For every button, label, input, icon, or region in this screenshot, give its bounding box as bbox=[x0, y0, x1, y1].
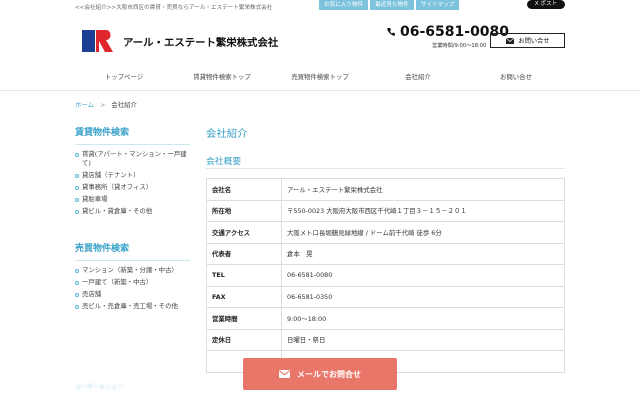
row-value: 06-6581-0350 bbox=[281, 285, 565, 308]
mail-inquiry-button[interactable]: メールでお問合せ bbox=[243, 358, 397, 390]
row-value: 日曜日・祭日 bbox=[281, 328, 565, 351]
table-row: 定休日 日曜日・祭日 bbox=[206, 328, 565, 351]
mail-icon bbox=[505, 37, 514, 44]
nav-item-contact[interactable]: お問い合せ bbox=[467, 64, 565, 90]
row-key: 定休日 bbox=[206, 328, 282, 351]
row-key: 会社名 bbox=[206, 178, 282, 201]
sidebar-item-label: 一戸建て（新築・中古） bbox=[82, 278, 153, 286]
page-title: 会社紹介 bbox=[206, 128, 248, 140]
sitemap-button[interactable]: サイトマップ bbox=[415, 0, 460, 10]
nav-item-top[interactable]: トップページ bbox=[75, 64, 173, 90]
row-key: 代表者 bbox=[206, 242, 282, 265]
sidebar-faded-title: ユーザーメニュー bbox=[75, 384, 123, 391]
contact-button-label: お問い合せ bbox=[518, 38, 550, 45]
sidebar-item-sale-building[interactable]: 売ビル・売倉庫・売工場・その他 bbox=[75, 302, 190, 311]
company-logo-icon[interactable] bbox=[80, 28, 114, 54]
breadcrumb-current: 会社紹介 bbox=[111, 101, 137, 109]
table-row: TEL 06-6581-0080 bbox=[206, 264, 565, 287]
sidebar-item-rent-parking[interactable]: 貸駐車場 bbox=[75, 195, 190, 204]
table-row: FAX 06-6581-0350 bbox=[206, 285, 565, 308]
table-row: 営業時間 9:00〜18:00 bbox=[206, 307, 565, 330]
sidebar-sale-title: 売買物件検索 bbox=[75, 244, 130, 254]
row-value: 9:00〜18:00 bbox=[281, 307, 565, 330]
sidebar-item-rent-residential[interactable]: 賃貸(アパート・マンション・一戸建て) bbox=[75, 150, 190, 168]
bullet-icon bbox=[75, 209, 79, 214]
row-key: 営業時間 bbox=[206, 307, 282, 330]
section-divider bbox=[206, 168, 565, 169]
sidebar-item-label: 売店舗 bbox=[82, 290, 102, 298]
row-value: 〒550-0023 大阪府大阪市西区千代崎１丁目３－１５－２０１ bbox=[281, 199, 565, 222]
bullet-icon bbox=[75, 304, 79, 309]
sidebar-item-label: 貸ビル・貸倉庫・その他 bbox=[82, 207, 153, 215]
bullet-icon bbox=[75, 292, 79, 297]
global-nav: トップページ 賃貸物件検索トップ 売買物件検索トップ 会社紹介 お問い合せ bbox=[75, 64, 565, 90]
sidebar-item-sale-house[interactable]: 一戸建て（新築・中古） bbox=[75, 278, 190, 287]
nav-item-rent-search[interactable]: 賃貸物件検索トップ bbox=[173, 64, 271, 90]
business-hours: 営業時間/9:00〜18:00 bbox=[432, 43, 487, 49]
mail-inquiry-label: メールでお問合せ bbox=[297, 369, 361, 379]
row-key: FAX bbox=[206, 285, 282, 308]
sidebar: 賃貸物件検索 賃貸(アパート・マンション・一戸建て) 貸店舗（テナント） 貸事務… bbox=[75, 125, 190, 314]
sidebar-item-label: 売ビル・売倉庫・売工場・その他 bbox=[82, 302, 178, 310]
top-buttons: お気に入り物件 最近見た物件 サイトマップ bbox=[319, 0, 460, 10]
mail-icon bbox=[279, 370, 290, 378]
sidebar-divider bbox=[75, 260, 190, 261]
breadcrumb-home[interactable]: ホーム bbox=[75, 101, 94, 109]
phone-icon bbox=[387, 28, 395, 36]
site-tagline: <<会社紹介>>大阪市西区の賃貸・売買ならアール・エステート繁栄株式会社 bbox=[75, 5, 273, 11]
company-name[interactable]: アール・エステート繁栄株式会社 bbox=[123, 34, 278, 49]
row-key: TEL bbox=[206, 264, 282, 287]
row-value: アール・エステート繁栄株式会社 bbox=[281, 178, 565, 201]
bullet-icon bbox=[75, 152, 79, 157]
sidebar-item-label: 貸駐車場 bbox=[82, 195, 108, 203]
bullet-icon bbox=[75, 197, 79, 202]
bullet-icon bbox=[75, 268, 79, 273]
bullet-icon bbox=[75, 185, 79, 190]
row-value: 大阪メトロ長堀鶴見緑地線 / ドーム前千代崎 徒歩 6分 bbox=[281, 221, 565, 244]
sidebar-item-rent-building[interactable]: 貸ビル・貸倉庫・その他 bbox=[75, 207, 190, 216]
table-row: 交通アクセス 大阪メトロ長堀鶴見緑地線 / ドーム前千代崎 徒歩 6分 bbox=[206, 221, 565, 244]
sidebar-item-label: 賃貸(アパート・マンション・一戸建て) bbox=[82, 150, 187, 167]
row-key: 交通アクセス bbox=[206, 221, 282, 244]
section-title: 会社概要 bbox=[206, 157, 242, 167]
row-value: 倉本 晃 bbox=[281, 242, 565, 265]
sidebar-item-label: マンション（新築・分譲・中古） bbox=[82, 266, 178, 274]
sidebar-item-sale-shop[interactable]: 売店舗 bbox=[75, 290, 190, 299]
table-row: 所在地 〒550-0023 大阪府大阪市西区千代崎１丁目３－１５－２０１ bbox=[206, 199, 565, 222]
company-info-table: 会社名 アール・エステート繁栄株式会社 所在地 〒550-0023 大阪府大阪市西区… bbox=[206, 178, 565, 373]
breadcrumb-separator: > bbox=[99, 101, 106, 109]
nav-item-sale-search[interactable]: 売買物件検索トップ bbox=[271, 64, 369, 90]
contact-button[interactable]: お問い合せ bbox=[490, 33, 565, 48]
sidebar-rent-title: 賃貸物件検索 bbox=[75, 128, 130, 138]
sidebar-item-rent-office[interactable]: 貸事務所（貸オフィス） bbox=[75, 183, 190, 192]
table-row: 代表者 倉本 晃 bbox=[206, 242, 565, 265]
sidebar-item-label: 貸店舗（テナント） bbox=[82, 171, 140, 179]
x-post-button[interactable]: X ポスト bbox=[527, 0, 565, 9]
bullet-icon bbox=[75, 280, 79, 285]
favorites-button[interactable]: お気に入り物件 bbox=[319, 0, 369, 10]
sidebar-item-rent-shop[interactable]: 貸店舗（テナント） bbox=[75, 171, 190, 180]
row-key: 所在地 bbox=[206, 199, 282, 222]
nav-item-company[interactable]: 会社紹介 bbox=[369, 64, 467, 90]
row-value: 06-6581-0080 bbox=[281, 264, 565, 287]
sidebar-divider bbox=[75, 144, 190, 145]
bullet-icon bbox=[75, 173, 79, 178]
table-row: 会社名 アール・エステート繁栄株式会社 bbox=[206, 178, 565, 201]
recently-viewed-button[interactable]: 最近見た物件 bbox=[370, 0, 414, 10]
breadcrumb: ホーム > 会社紹介 bbox=[75, 100, 137, 109]
sidebar-item-sale-mansion[interactable]: マンション（新築・分譲・中古） bbox=[75, 266, 190, 275]
nav-divider bbox=[0, 90, 640, 91]
sidebar-item-label: 貸事務所（貸オフィス） bbox=[82, 183, 153, 191]
